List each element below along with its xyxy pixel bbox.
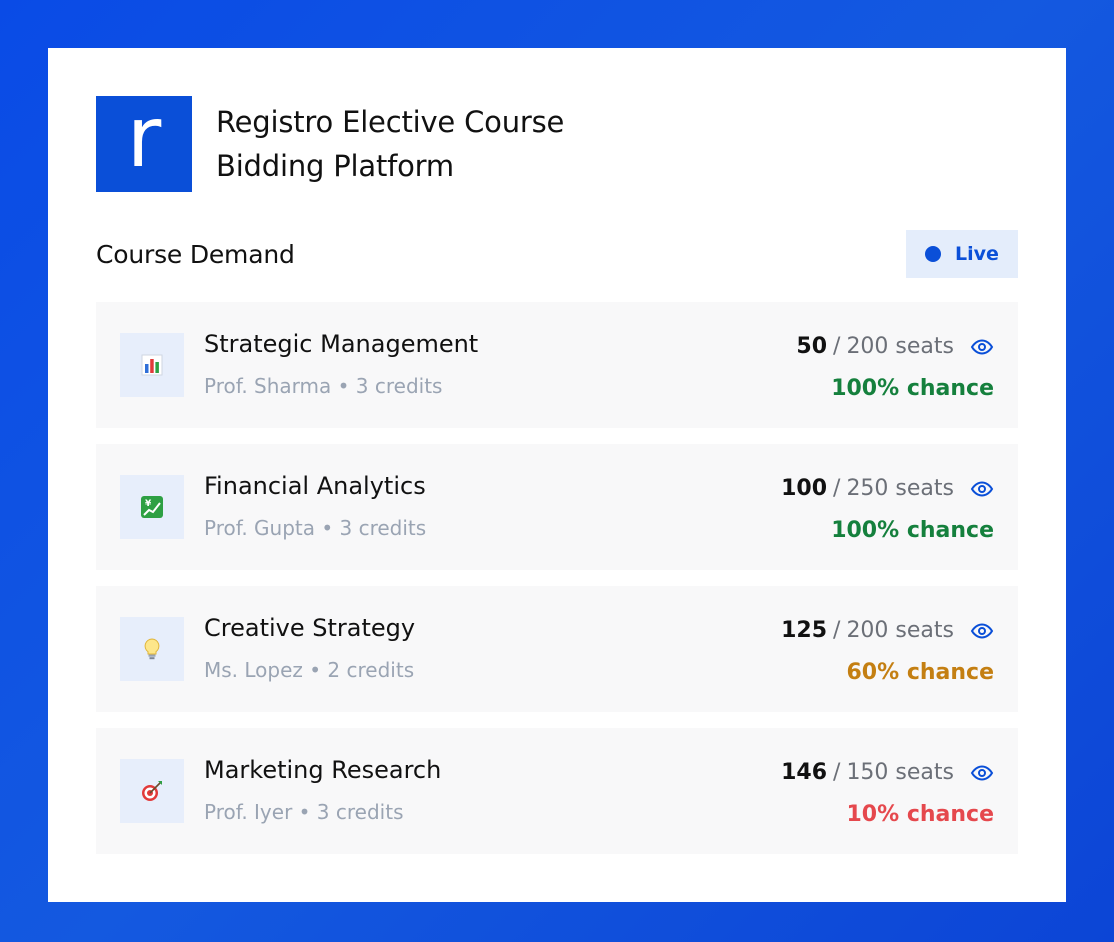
seat-separator: /	[833, 760, 841, 785]
course-meta: Ms. Lopez • 2 credits	[204, 658, 415, 682]
section-title: Course Demand	[96, 239, 295, 269]
lightbulb-icon	[120, 617, 184, 681]
admission-chance: 100% chance	[831, 518, 994, 543]
svg-text:¥: ¥	[145, 499, 152, 509]
eye-icon[interactable]	[970, 335, 994, 359]
eye-icon[interactable]	[970, 619, 994, 643]
course-meta: Prof. Gupta • 3 credits	[204, 516, 427, 540]
seat-separator: /	[833, 476, 841, 501]
course-name: Financial Analytics	[204, 472, 426, 500]
brand-header: r Registro Elective Course Bidding Platf…	[96, 95, 616, 192]
course-list: Strategic Management Prof. Sharma • 3 cr…	[96, 302, 1018, 870]
target-icon	[120, 759, 184, 823]
course-name: Marketing Research	[204, 756, 442, 784]
live-dot-icon	[925, 246, 942, 262]
bid-count: 146	[781, 760, 828, 785]
course-row[interactable]: ¥ Financial Analytics Prof. Gupta • 3 cr…	[96, 444, 1018, 570]
course-name: Creative Strategy	[204, 614, 416, 642]
seat-capacity: 150 seats	[846, 760, 954, 785]
seat-capacity: 250 seats	[846, 476, 954, 501]
bid-count: 100	[781, 476, 828, 501]
eye-icon[interactable]	[970, 477, 994, 501]
course-demand-card: r Registro Elective Course Bidding Platf…	[48, 48, 1066, 902]
seat-count: 125 / 200 seats	[781, 618, 994, 643]
seat-separator: /	[833, 618, 841, 643]
seat-capacity: 200 seats	[846, 334, 954, 359]
course-row[interactable]: Strategic Management Prof. Sharma • 3 cr…	[96, 302, 1018, 428]
course-row[interactable]: Creative Strategy Ms. Lopez • 2 credits …	[96, 586, 1018, 712]
live-label: Live	[955, 243, 999, 265]
seat-separator: /	[833, 334, 841, 359]
seat-count: 100 / 250 seats	[781, 476, 994, 501]
eye-icon[interactable]	[970, 761, 994, 785]
admission-chance: 60% chance	[846, 660, 995, 685]
section-header: Course Demand Live	[96, 230, 1018, 278]
course-meta: Prof. Sharma • 3 credits	[204, 374, 443, 398]
course-name: Strategic Management	[204, 330, 479, 358]
seat-count: 50 / 200 seats	[796, 334, 994, 359]
course-meta: Prof. Iyer • 3 credits	[204, 800, 404, 824]
admission-chance: 100% chance	[831, 376, 994, 401]
seat-capacity: 200 seats	[846, 618, 954, 643]
registro-logo: r	[96, 95, 192, 192]
live-badge: Live	[906, 230, 1018, 278]
admission-chance: 10% chance	[846, 802, 995, 827]
seat-count: 146 / 150 seats	[781, 760, 994, 785]
app-title: Registro Elective Course Bidding Platfor…	[216, 105, 565, 183]
bar-chart-icon	[120, 333, 184, 397]
bid-count: 50	[796, 334, 828, 359]
course-row[interactable]: Marketing Research Prof. Iyer • 3 credit…	[96, 728, 1018, 854]
bid-count: 125	[781, 618, 828, 643]
yen-chart-icon: ¥	[120, 475, 184, 539]
